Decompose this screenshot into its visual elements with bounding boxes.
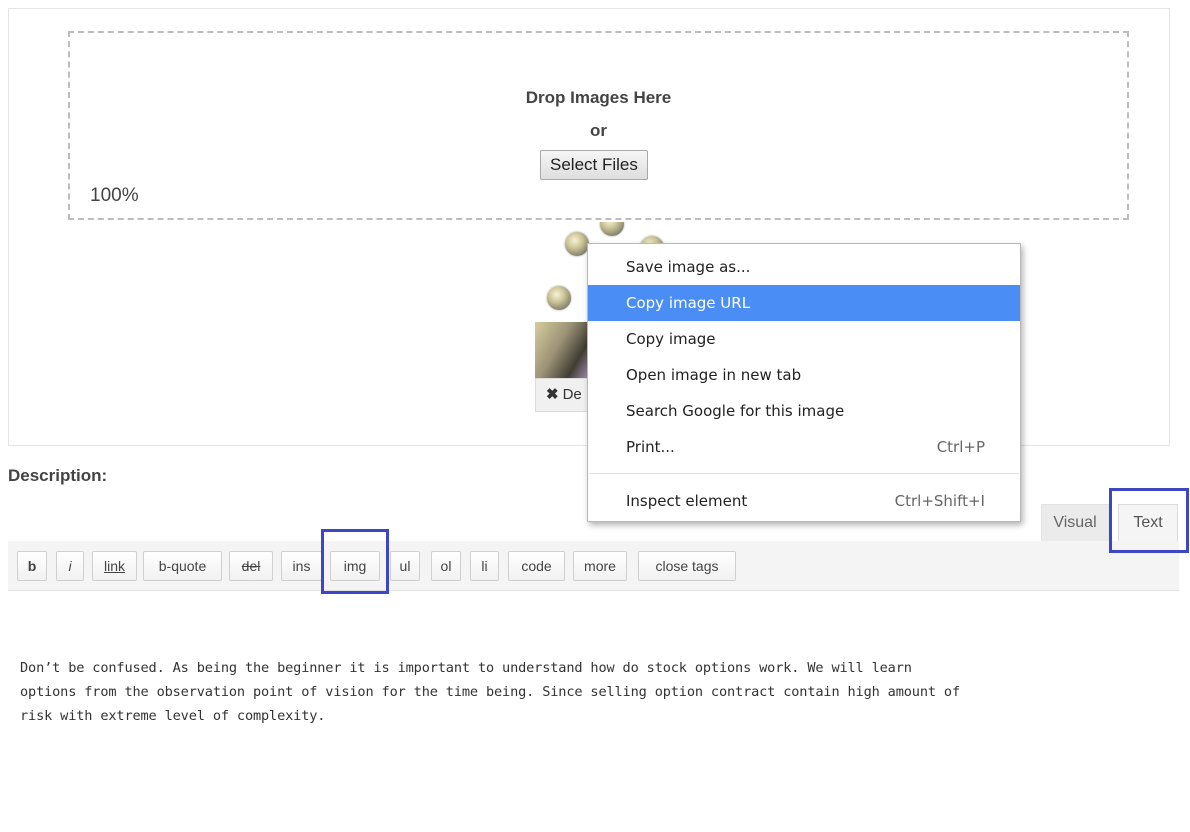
menu-separator — [589, 473, 1019, 474]
menu-item-search-google-image[interactable]: Search Google for this image — [588, 393, 1020, 429]
bold-button[interactable]: b — [17, 551, 47, 581]
tab-text[interactable]: Text — [1118, 504, 1178, 542]
italic-button[interactable]: i — [56, 551, 84, 581]
tab-visual[interactable]: Visual — [1041, 504, 1109, 542]
menu-item-save-image-as[interactable]: Save image as... — [588, 249, 1020, 285]
code-button[interactable]: code — [508, 551, 565, 581]
img-button[interactable]: img — [330, 551, 380, 581]
menu-item-label: Search Google for this image — [626, 402, 845, 420]
menu-item-shortcut: Ctrl+Shift+I — [894, 492, 985, 510]
drop-zone[interactable]: Drop Images Here or Select Files 100% — [68, 31, 1129, 220]
menu-item-label: Copy image URL — [626, 294, 751, 312]
coin-image-part — [547, 286, 571, 310]
menu-item-copy-image-url[interactable]: Copy image URL — [588, 285, 1020, 321]
context-menu: Save image as... Copy image URL Copy ima… — [587, 243, 1021, 522]
link-button[interactable]: link — [92, 551, 137, 581]
menu-item-label: Save image as... — [626, 258, 751, 276]
b-quote-button[interactable]: b-quote — [143, 551, 222, 581]
upload-progress: 100% — [90, 185, 139, 206]
close-tags-button[interactable]: close tags — [638, 551, 736, 581]
editor-content[interactable]: Don’t be confused. As being the beginner… — [20, 656, 1180, 728]
menu-item-label: Open image in new tab — [626, 366, 802, 384]
menu-item-label: Print... — [626, 438, 675, 456]
menu-item-shortcut: Ctrl+P — [936, 438, 985, 456]
more-button[interactable]: more — [573, 551, 627, 581]
select-files-button[interactable]: Select Files — [540, 150, 648, 180]
menu-item-print[interactable]: Print... Ctrl+P — [588, 429, 1020, 465]
description-label: Description: — [8, 466, 108, 485]
menu-item-label: Inspect element — [626, 492, 748, 510]
del-button[interactable]: del — [229, 551, 273, 581]
ul-button[interactable]: ul — [390, 551, 420, 581]
ins-button[interactable]: ins — [281, 551, 322, 581]
menu-item-label: Copy image — [626, 330, 716, 348]
menu-item-copy-image[interactable]: Copy image — [588, 321, 1020, 357]
menu-item-open-image-new-tab[interactable]: Open image in new tab — [588, 357, 1020, 393]
drop-images-title: Drop Images Here — [525, 88, 672, 107]
delete-label: De — [562, 386, 582, 403]
quicktags-toolbar: b i link b-quote del ins img ul ol li co… — [8, 541, 1179, 591]
ol-button[interactable]: ol — [431, 551, 461, 581]
li-button[interactable]: li — [470, 551, 499, 581]
thumbnail-graphic — [535, 322, 595, 378]
coin-image-part — [565, 232, 589, 256]
close-icon: ✖ — [546, 386, 559, 403]
menu-item-inspect-element[interactable]: Inspect element Ctrl+Shift+I — [588, 483, 1020, 519]
drop-or-text: or — [590, 121, 607, 140]
